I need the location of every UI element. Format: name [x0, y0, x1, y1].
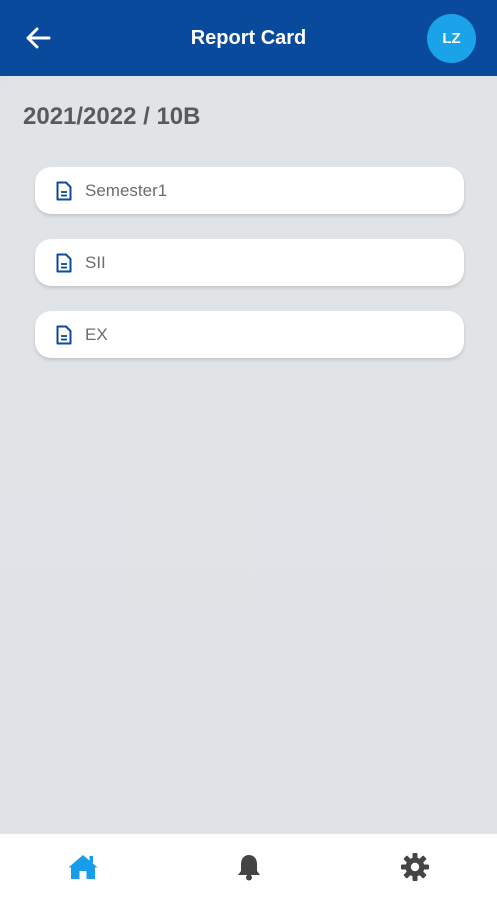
report-item-label: SII — [85, 252, 106, 272]
term-class-heading: 2021/2022 / 10B — [23, 103, 201, 130]
gear-icon — [401, 853, 429, 881]
nav-settings-button[interactable] — [385, 834, 445, 900]
bell-icon — [238, 855, 260, 881]
document-icon — [55, 324, 73, 346]
top-app-bar: Report Card LZ — [0, 0, 497, 76]
page-title: Report Card — [190, 27, 307, 49]
nav-notifications-button[interactable] — [219, 834, 279, 900]
bottom-navigation — [0, 833, 497, 900]
report-item-semester1[interactable]: Semester1 — [35, 167, 464, 214]
report-item-sii[interactable]: SII — [35, 239, 464, 286]
avatar[interactable]: LZ — [427, 14, 476, 63]
report-list: Semester1 SII EX — [35, 167, 464, 383]
report-item-label: EX — [85, 324, 108, 344]
report-item-ex[interactable]: EX — [35, 311, 464, 358]
nav-home-button[interactable] — [53, 834, 113, 900]
document-icon — [55, 252, 73, 274]
document-icon — [55, 180, 73, 202]
report-item-label: Semester1 — [85, 180, 168, 200]
app-screen: Report Card LZ 2021/2022 / 10B Semester1 — [0, 0, 497, 900]
main-content: 2021/2022 / 10B Semester1 SII EX — [0, 76, 497, 834]
home-icon — [68, 855, 98, 879]
